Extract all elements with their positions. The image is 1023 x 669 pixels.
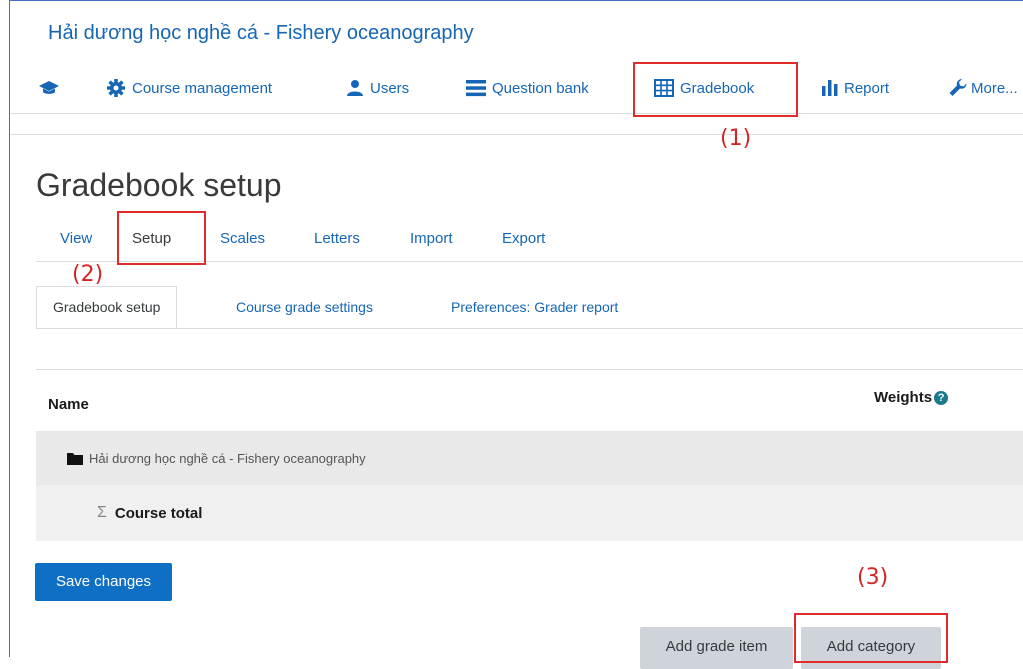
nav-question-bank[interactable]: Question bank <box>466 66 589 110</box>
page-title: Gradebook setup <box>36 167 282 203</box>
nav-users-label: Users <box>370 79 410 97</box>
list-icon <box>466 80 486 97</box>
nav-course-management[interactable]: Course management <box>106 66 272 110</box>
table-row-category: Hải dương học nghề cá - Fishery oceanogr… <box>36 431 1023 485</box>
wrench-icon <box>949 78 967 96</box>
nav-question-bank-label: Question bank <box>492 79 589 97</box>
nav-course-management-label: Course management <box>132 79 273 97</box>
table-row-course-total: Σ Course total <box>36 485 1023 541</box>
course-total-label: Course total <box>114 504 203 522</box>
tab-view[interactable]: View <box>60 222 92 260</box>
nav-more-label: More... <box>971 79 1018 97</box>
frame-border-top <box>9 0 1023 1</box>
nav-report[interactable]: Report <box>822 66 889 110</box>
nav-report-label: Report <box>844 79 890 97</box>
add-grade-item-button[interactable]: Add grade item <box>640 627 793 669</box>
course-navbar: Course management Users Question bank Gr… <box>10 66 1023 110</box>
graduation-cap-icon[interactable] <box>38 66 60 110</box>
annotation-label-2: (2) <box>72 262 104 287</box>
bar-chart-icon <box>822 80 838 96</box>
column-header-name: Name <box>48 396 89 413</box>
annotation-label-3: (3) <box>857 565 889 590</box>
annotation-label-1: (1) <box>720 126 752 151</box>
subtab-preferences-grader-report[interactable]: Preferences: Grader report <box>451 286 618 328</box>
table-top-divider <box>36 369 1023 370</box>
nav-users[interactable]: Users <box>346 66 409 110</box>
help-icon[interactable]: ? <box>934 390 949 405</box>
subtab-gradebook-setup[interactable]: Gradebook setup <box>36 286 178 329</box>
tab-letters[interactable]: Letters <box>314 222 360 260</box>
annotation-box-setup <box>117 211 206 265</box>
navbar-divider-2 <box>10 134 1023 135</box>
folder-icon <box>67 452 83 465</box>
course-title[interactable]: Hải dương học nghề cá - Fishery oceanogr… <box>48 22 474 45</box>
tab-export[interactable]: Export <box>502 222 545 260</box>
gear-icon <box>107 79 125 97</box>
user-icon <box>347 80 363 96</box>
tab-scales[interactable]: Scales <box>220 222 265 260</box>
subtabs-divider <box>36 328 1023 329</box>
annotation-box-gradebook <box>633 62 798 117</box>
setup-subtabs: Gradebook setup Course grade settings Pr… <box>36 286 1023 329</box>
subtab-course-grade-settings[interactable]: Course grade settings <box>236 286 373 328</box>
category-name: Hải dương học nghề cá - Fishery oceanogr… <box>89 450 366 466</box>
save-changes-button[interactable]: Save changes <box>35 563 172 601</box>
nav-more[interactable]: More... <box>948 66 1018 110</box>
column-header-weights-label: Weights <box>874 389 933 406</box>
navbar-divider <box>10 113 1023 114</box>
annotation-box-add-category <box>794 613 948 663</box>
tab-import[interactable]: Import <box>410 222 453 260</box>
sigma-icon: Σ <box>97 504 107 521</box>
column-header-weights: Weights ? <box>874 389 949 406</box>
